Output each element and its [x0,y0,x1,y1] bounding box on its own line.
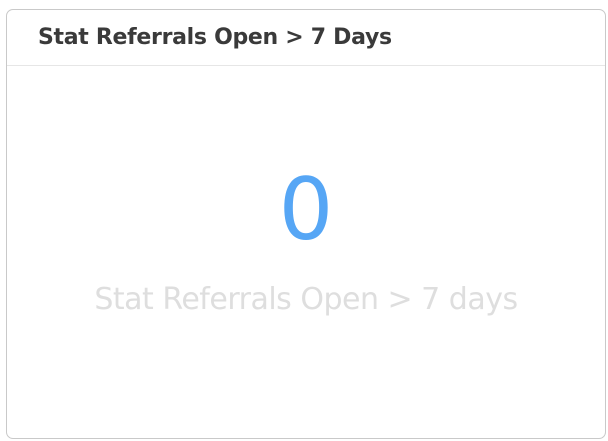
stat-widget: Stat Referrals Open > 7 Days 0 Stat Refe… [6,9,606,439]
widget-body: 0 Stat Referrals Open > 7 days [7,66,605,438]
stat-caption: Stat Referrals Open > 7 days [94,282,518,317]
stat-value[interactable]: 0 [7,160,605,260]
widget-title: Stat Referrals Open > 7 Days [38,25,392,50]
widget-header: Stat Referrals Open > 7 Days [7,10,605,66]
